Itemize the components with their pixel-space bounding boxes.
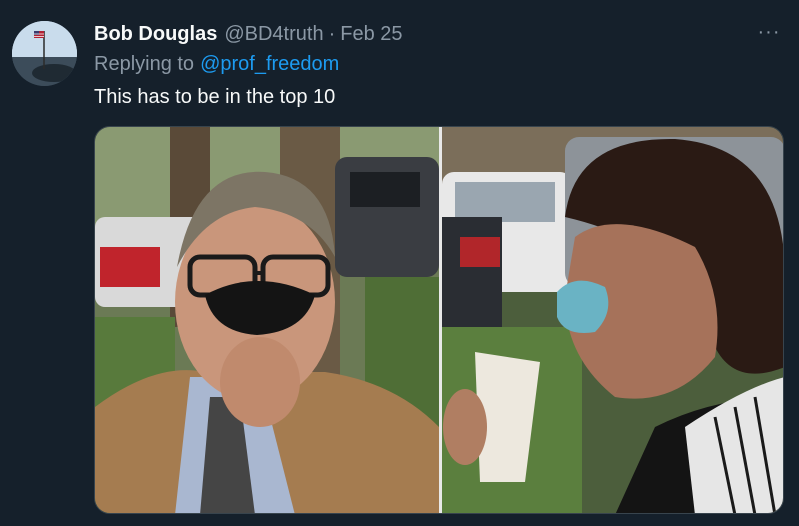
tweet[interactable]: Bob Douglas @BD4truth · Feb 25 ··· Reply… (0, 0, 799, 526)
replying-to: Replying to @prof_freedom (94, 53, 339, 76)
display-name[interactable]: Bob Douglas (94, 23, 217, 46)
tweet-header: Bob Douglas @BD4truth · Feb 25 (94, 23, 403, 49)
tweet-date[interactable]: Feb 25 (340, 23, 402, 46)
avatar[interactable] (12, 21, 77, 86)
more-options-icon[interactable]: ··· (757, 22, 781, 42)
replying-to-label: Replying to (94, 53, 195, 75)
right-photo-panel (442, 127, 783, 513)
tweet-text: This has to be in the top 10 (94, 86, 336, 108)
reply-to-handle-link[interactable]: @prof_freedom (200, 53, 339, 75)
left-photo-panel (95, 127, 439, 513)
user-handle[interactable]: @BD4truth (224, 23, 323, 46)
tweet-media-image[interactable] (94, 126, 784, 514)
separator-dot: · (328, 23, 336, 45)
